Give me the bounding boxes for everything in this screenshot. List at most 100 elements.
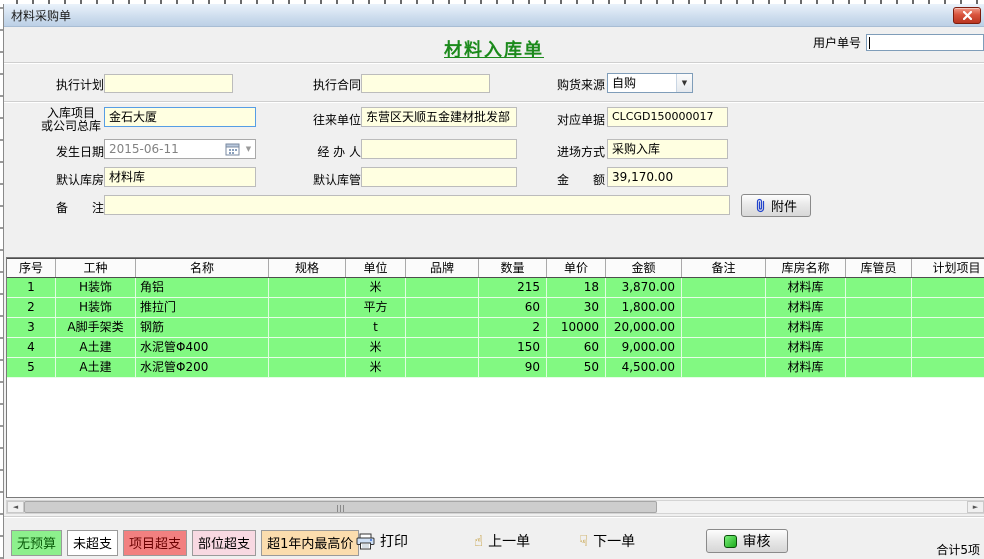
column-header-13[interactable]: 计划项目 (912, 259, 984, 277)
table-cell[interactable] (846, 338, 912, 358)
table-cell[interactable]: 材料库 (766, 298, 846, 318)
table-cell[interactable] (846, 358, 912, 378)
table-cell[interactable]: H装饰 (56, 278, 136, 298)
table-cell[interactable]: 30 (547, 298, 606, 318)
project-input[interactable]: 金石大厦 (104, 107, 256, 127)
table-cell[interactable]: 4,500.00 (606, 358, 682, 378)
table-cell[interactable]: A土建 (56, 358, 136, 378)
table-cell[interactable]: 1,800.00 (606, 298, 682, 318)
table-cell[interactable]: 米 (346, 338, 406, 358)
table-cell[interactable]: 材料库 (766, 338, 846, 358)
table-cell[interactable]: 米 (346, 278, 406, 298)
table-row[interactable]: 2H装饰推拉门平方60301,800.00材料库 (7, 298, 984, 318)
chevron-down-icon[interactable]: ▼ (676, 74, 692, 92)
remark-input[interactable] (104, 195, 730, 215)
table-cell[interactable] (406, 298, 479, 318)
print-button[interactable]: 打印 (356, 531, 408, 551)
table-cell[interactable] (912, 358, 984, 378)
table-cell[interactable]: 60 (547, 338, 606, 358)
scrollbar-track[interactable] (657, 501, 967, 513)
table-row[interactable]: 5A土建水泥管Φ200米90504,500.00材料库 (7, 358, 984, 378)
table-row[interactable]: 3A脚手架类钢筋t21000020,000.00材料库 (7, 318, 984, 338)
handler-input[interactable] (361, 139, 517, 159)
table-cell[interactable]: 3 (7, 318, 56, 338)
counterparty-input[interactable]: 东营区天顺五金建材批发部 (361, 107, 517, 127)
table-cell[interactable]: 材料库 (766, 318, 846, 338)
table-cell[interactable]: 2 (7, 298, 56, 318)
column-header-3[interactable]: 名称 (136, 259, 269, 277)
column-header-4[interactable]: 规格 (269, 259, 346, 277)
table-cell[interactable]: 50 (547, 358, 606, 378)
title-bar[interactable]: 材料采购单 (4, 4, 984, 27)
next-order-button[interactable]: ☟ 下一单 (579, 531, 635, 551)
table-row[interactable]: 4A土建水泥管Φ400米150609,000.00材料库 (7, 338, 984, 358)
table-cell[interactable]: 角铝 (136, 278, 269, 298)
table-row[interactable]: 1H装饰角铝 米 215183,870.00 材料库 (7, 278, 984, 298)
table-cell[interactable]: 材料库 (766, 278, 846, 298)
table-cell[interactable] (269, 278, 346, 298)
table-cell[interactable]: 215 (479, 278, 547, 298)
column-header-10[interactable]: 备注 (682, 259, 766, 277)
table-cell[interactable]: A土建 (56, 338, 136, 358)
attachment-button[interactable]: 附件 (741, 194, 811, 217)
table-cell[interactable]: 1 (7, 278, 56, 298)
exec-plan-input[interactable] (104, 74, 233, 93)
column-header-5[interactable]: 单位 (346, 259, 406, 277)
table-cell[interactable]: 4 (7, 338, 56, 358)
column-header-2[interactable]: 工种 (56, 259, 136, 277)
table-cell[interactable]: 9,000.00 (606, 338, 682, 358)
column-header-9[interactable]: 金额 (606, 259, 682, 277)
table-cell[interactable]: 平方 (346, 298, 406, 318)
table-cell[interactable] (912, 338, 984, 358)
table-cell[interactable]: 20,000.00 (606, 318, 682, 338)
table-cell[interactable]: 水泥管Φ200 (136, 358, 269, 378)
table-cell[interactable] (269, 338, 346, 358)
table-cell[interactable] (269, 318, 346, 338)
table-cell[interactable] (682, 338, 766, 358)
keeper-input[interactable] (361, 167, 517, 187)
table-cell[interactable]: 米 (346, 358, 406, 378)
scroll-left-button[interactable]: ◄ (7, 501, 24, 513)
table-cell[interactable]: 材料库 (766, 358, 846, 378)
exec-contract-input[interactable] (361, 74, 490, 93)
table-cell[interactable]: 钢筋 (136, 318, 269, 338)
scrollbar-thumb[interactable] (24, 501, 657, 513)
table-cell[interactable] (682, 298, 766, 318)
table-cell[interactable] (682, 358, 766, 378)
column-header-11[interactable]: 库房名称 (766, 259, 846, 277)
table-cell[interactable] (682, 318, 766, 338)
table-cell[interactable] (846, 278, 912, 298)
table-cell[interactable]: 水泥管Φ400 (136, 338, 269, 358)
table-cell[interactable]: 2 (479, 318, 547, 338)
table-cell[interactable]: 90 (479, 358, 547, 378)
table-cell[interactable]: t (346, 318, 406, 338)
user-no-input[interactable] (866, 34, 984, 51)
table-cell[interactable]: A脚手架类 (56, 318, 136, 338)
table-cell[interactable] (912, 298, 984, 318)
calendar-icon[interactable] (225, 143, 240, 156)
scroll-right-button[interactable]: ► (967, 501, 984, 513)
table-cell[interactable] (846, 298, 912, 318)
table-cell[interactable]: 60 (479, 298, 547, 318)
table-cell[interactable]: 3,870.00 (606, 278, 682, 298)
table-cell[interactable]: 18 (547, 278, 606, 298)
column-header-6[interactable]: 品牌 (406, 259, 479, 277)
table-cell[interactable] (406, 338, 479, 358)
audit-button[interactable]: 审核 (706, 529, 788, 553)
table-cell[interactable] (682, 278, 766, 298)
table-cell[interactable] (846, 318, 912, 338)
table-cell[interactable] (912, 278, 984, 298)
previous-order-button[interactable]: ☝ 上一单 (474, 531, 530, 551)
amount-input[interactable]: 39,170.00 (607, 167, 728, 187)
table-cell[interactable]: H装饰 (56, 298, 136, 318)
column-header-12[interactable]: 库管员 (846, 259, 912, 277)
ref-doc-input[interactable]: CLCGD150000017 (607, 107, 728, 127)
purchase-source-select[interactable]: 自购 ▼ (607, 73, 693, 93)
table-cell[interactable] (912, 318, 984, 338)
column-header-7[interactable]: 数量 (479, 259, 547, 277)
chevron-down-icon[interactable]: ▼ (242, 145, 255, 153)
entry-mode-input[interactable]: 采购入库 (607, 139, 728, 159)
column-header-1[interactable]: 序号 (7, 259, 56, 277)
horizontal-scrollbar[interactable]: ◄ ► (6, 500, 984, 514)
table-cell[interactable] (406, 358, 479, 378)
